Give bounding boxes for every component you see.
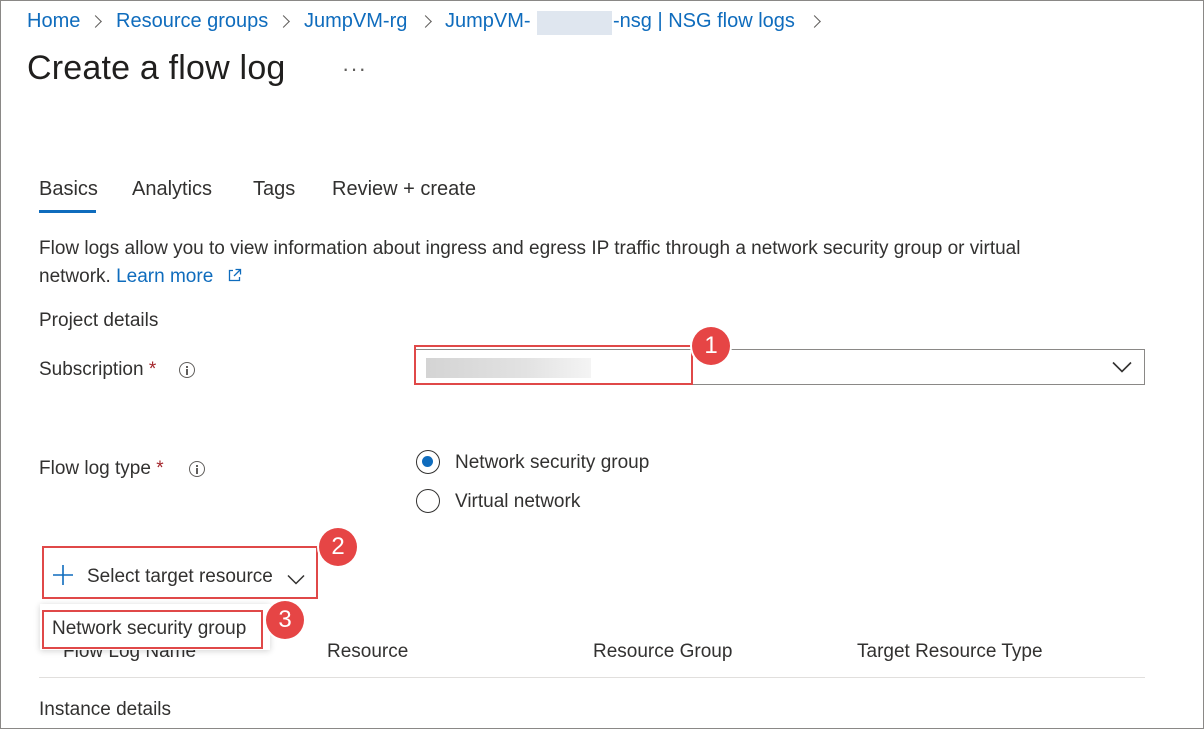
breadcrumb-resource-groups[interactable]: Resource groups <box>116 10 268 33</box>
radio-label-virtual-network[interactable]: Virtual network <box>455 491 580 513</box>
callout-badge-1: 1 <box>692 327 730 365</box>
breadcrumb-home[interactable]: Home <box>27 10 80 33</box>
column-header-resource-group[interactable]: Resource Group <box>593 641 732 663</box>
radio-virtual-network[interactable] <box>416 489 440 513</box>
callout-box-3 <box>42 610 263 649</box>
callout-box-2 <box>42 546 318 599</box>
external-link-icon[interactable] <box>227 268 242 283</box>
tab-review-create[interactable]: Review + create <box>332 178 476 201</box>
flow-log-type-label-text: Flow log type <box>39 458 151 479</box>
subscription-label-text: Subscription <box>39 359 144 380</box>
active-tab-indicator <box>39 210 96 213</box>
redacted-name <box>537 11 612 35</box>
info-icon[interactable] <box>189 461 205 477</box>
intro-network-word: network. <box>39 266 111 287</box>
flow-log-type-label: Flow log type * <box>39 458 164 480</box>
breadcrumb-nsg-prefix[interactable]: JumpVM- <box>445 10 531 33</box>
page-title: Create a flow log <box>27 49 286 87</box>
tab-basics[interactable]: Basics <box>39 178 98 201</box>
radio-network-security-group[interactable] <box>416 450 440 474</box>
info-icon[interactable] <box>179 362 195 378</box>
tab-analytics[interactable]: Analytics <box>132 178 212 201</box>
breadcrumb-jumpvm-rg[interactable]: JumpVM-rg <box>304 10 407 33</box>
more-options-icon[interactable]: ··· <box>342 56 367 82</box>
learn-more-link[interactable]: Learn more <box>116 266 213 287</box>
callout-box-1 <box>414 345 693 385</box>
required-asterisk: * <box>156 458 164 479</box>
radio-label-network-security-group[interactable]: Network security group <box>455 452 649 474</box>
project-details-heading: Project details <box>39 310 159 331</box>
column-header-resource[interactable]: Resource <box>327 641 408 663</box>
subscription-label: Subscription * <box>39 359 156 381</box>
intro-text-line2: network. Learn more <box>39 266 213 288</box>
breadcrumb-nsg-flow-logs[interactable]: -nsg | NSG flow logs <box>613 10 795 33</box>
column-header-target-resource-type[interactable]: Target Resource Type <box>857 641 1043 663</box>
instance-details-heading: Instance details <box>39 699 172 720</box>
tab-tags[interactable]: Tags <box>253 178 295 201</box>
callout-badge-3: 3 <box>266 601 304 639</box>
chevron-down-icon <box>1112 361 1132 373</box>
intro-text-line1: Flow logs allow you to view information … <box>39 238 1021 259</box>
callout-badge-2: 2 <box>319 528 357 566</box>
table-divider <box>39 677 1145 678</box>
required-asterisk: * <box>148 359 157 380</box>
